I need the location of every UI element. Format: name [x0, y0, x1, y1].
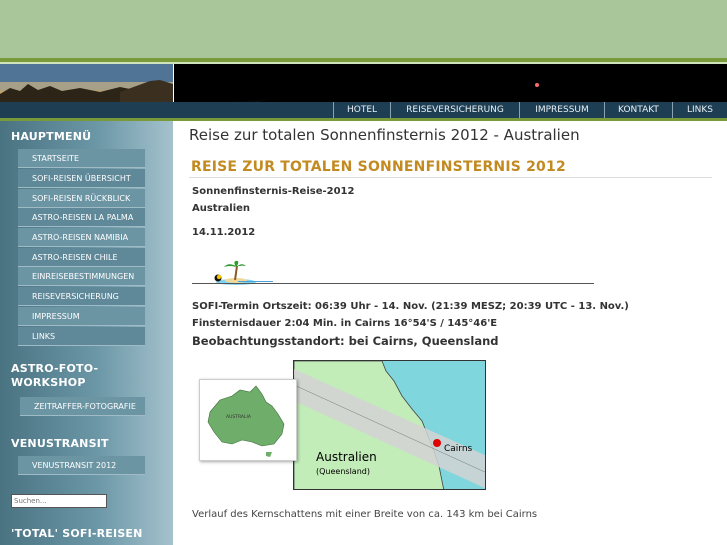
- article-title[interactable]: REISE ZUR TOTALEN SONNENFINSTERNIS 2012: [191, 159, 566, 175]
- eclipse-duration-info: Finsternisdauer 2:04 Min. in Cairns 16°5…: [192, 318, 498, 329]
- sidebar-item-venustransit-2012[interactable]: VENUSTRANSIT 2012: [18, 456, 145, 475]
- title-divider: [189, 177, 712, 178]
- sidebar-heading-total-sofi: 'TOTAL' SOFI-REISEN: [11, 527, 143, 540]
- sidebar-item-startseite[interactable]: STARTSEITE: [18, 149, 145, 168]
- nav-links[interactable]: LINKS: [672, 102, 727, 118]
- eclipse-time-info: SOFI-Termin Ortszeit: 06:39 Uhr - 14. No…: [192, 301, 629, 312]
- inset-map-label: AUSTRALIA: [226, 414, 252, 420]
- top-navigation: HOTEL REISEVERSICHERUNG IMPRESSUM KONTAK…: [0, 102, 727, 118]
- sidebar: HAUPTMENÜ STARTSEITE SOFI-REISEN ÜBERSIC…: [0, 121, 173, 545]
- australia-inset-map: AUSTRALIA: [199, 379, 297, 461]
- nav-reiseversicherung[interactable]: REISEVERSICHERUNG: [390, 102, 519, 118]
- article-location: Australien: [192, 203, 251, 214]
- sidebar-item-impressum[interactable]: IMPRESSUM: [18, 307, 145, 326]
- sidebar-item-chile[interactable]: ASTRO-REISEN CHILE: [18, 248, 145, 267]
- article-subtitle: Sonnenfinsternis-Reise-2012: [192, 186, 355, 197]
- observation-location: Beobachtungsstandort: bei Cairns, Queens…: [192, 334, 499, 348]
- sidebar-heading-workshop-2: WORKSHOP: [11, 376, 86, 389]
- sidebar-item-sofi-rueckblick[interactable]: SOFI-REISEN RÜCKBLICK: [18, 189, 145, 208]
- sidebar-item-namibia[interactable]: ASTRO-REISEN NAMIBIA: [18, 228, 145, 247]
- header-band: [0, 0, 727, 58]
- sidebar-heading-hauptmenu: HAUPTMENÜ: [11, 130, 92, 143]
- sidebar-item-zeitraffer[interactable]: ZEITRAFFER-FOTOGRAFIE: [20, 397, 145, 416]
- sidebar-item-reiseversicherung[interactable]: REISEVERSICHERUNG: [18, 287, 145, 306]
- sidebar-item-sofi-uebersicht[interactable]: SOFI-REISEN ÜBERSICHT: [18, 169, 145, 188]
- nav-hotel[interactable]: HOTEL: [333, 102, 390, 118]
- sidebar-heading-venustransit: VENUSTRANSIT: [11, 437, 109, 450]
- eclipse-path-map: Cairns Australien (Queensland): [293, 360, 486, 490]
- search-input[interactable]: [11, 494, 107, 508]
- map-city-label: Cairns: [444, 444, 473, 454]
- map-sub-label: (Queensland): [316, 467, 370, 476]
- sidebar-heading-workshop-1: ASTRO-FOTO-: [11, 362, 99, 375]
- sidebar-item-la-palma[interactable]: ASTRO-REISEN LA PALMA: [18, 208, 145, 227]
- page-title: Reise zur totalen Sonnenfinsternis 2012 …: [189, 126, 580, 144]
- article-date: 14.11.2012: [192, 227, 256, 238]
- banner-landscape-image: [0, 64, 173, 102]
- map-caption: Verlauf des Kernschattens mit einer Brei…: [192, 509, 538, 520]
- content-divider: [192, 283, 594, 284]
- map-main-label: Australien: [316, 450, 377, 464]
- banner-eclipse-image: [174, 64, 727, 102]
- nav-kontakt[interactable]: KONTAKT: [604, 102, 672, 118]
- sidebar-item-einreise[interactable]: EINREISEBESTIMMUNGEN: [18, 267, 145, 286]
- nav-impressum[interactable]: IMPRESSUM: [519, 102, 604, 118]
- sidebar-item-links[interactable]: LINKS: [18, 327, 145, 346]
